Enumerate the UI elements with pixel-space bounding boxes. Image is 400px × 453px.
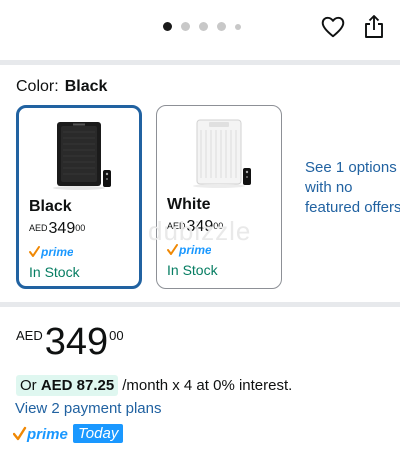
price-whole: 349 — [48, 220, 76, 237]
carousel-dot[interactable] — [199, 22, 208, 31]
selected-color: Black — [64, 78, 108, 95]
see-options-link[interactable]: See 1 options with no featured offers — [305, 158, 400, 218]
carousel-dot[interactable] — [163, 22, 172, 31]
section-divider — [0, 302, 400, 307]
carousel-dots[interactable] — [163, 22, 241, 31]
installment-terms: /month x 4 at 0% interest. — [122, 377, 293, 394]
prime-logo: prime — [13, 426, 68, 443]
color-selector-heading: Color: Black — [16, 78, 107, 96]
installment-amount: AED 87.25 — [40, 377, 115, 394]
stock-status: In Stock — [29, 264, 80, 280]
currency: AED — [29, 223, 48, 233]
prime-delivery: prime Today — [13, 424, 124, 443]
prime-label: prime — [26, 426, 68, 443]
color-name: White — [167, 196, 211, 213]
color-option-black[interactable]: Black AED 349 00 prime In Stock — [16, 105, 142, 289]
color-option-white[interactable]: White AED 349 00 prime In Stock — [156, 105, 282, 289]
currency: AED — [16, 328, 43, 343]
stock-status: In Stock — [167, 262, 218, 278]
payment-plans-link[interactable]: View 2 payment plans — [15, 400, 161, 417]
installment-prefix: Or — [20, 377, 37, 394]
price-fraction: 00 — [75, 223, 86, 233]
share-icon[interactable] — [362, 14, 386, 40]
installment-offer: Or AED 87.25 /month x 4 at 0% interest. — [16, 375, 292, 396]
heart-icon[interactable] — [320, 14, 346, 40]
color-label: Color: — [16, 78, 59, 95]
option-price: AED 349 00 — [29, 220, 85, 238]
product-image-white — [193, 119, 251, 188]
prime-badge: prime — [29, 245, 74, 264]
main-price: AED 349 00 — [16, 322, 124, 362]
image-carousel-bar — [0, 0, 400, 58]
installment-amount-pill: Or AED 87.25 — [16, 375, 119, 396]
section-divider — [0, 60, 400, 65]
carousel-dot[interactable] — [235, 23, 241, 30]
watermark-logo: dubizzle — [148, 216, 252, 246]
prime-label: prime — [40, 245, 73, 259]
carousel-dot[interactable] — [181, 22, 190, 31]
today-badge: Today — [73, 424, 124, 443]
product-image-black — [53, 122, 111, 190]
color-name: Black — [29, 198, 72, 215]
price-fraction: 00 — [109, 328, 124, 343]
price-whole: 349 — [44, 321, 109, 363]
carousel-dot[interactable] — [217, 22, 226, 31]
